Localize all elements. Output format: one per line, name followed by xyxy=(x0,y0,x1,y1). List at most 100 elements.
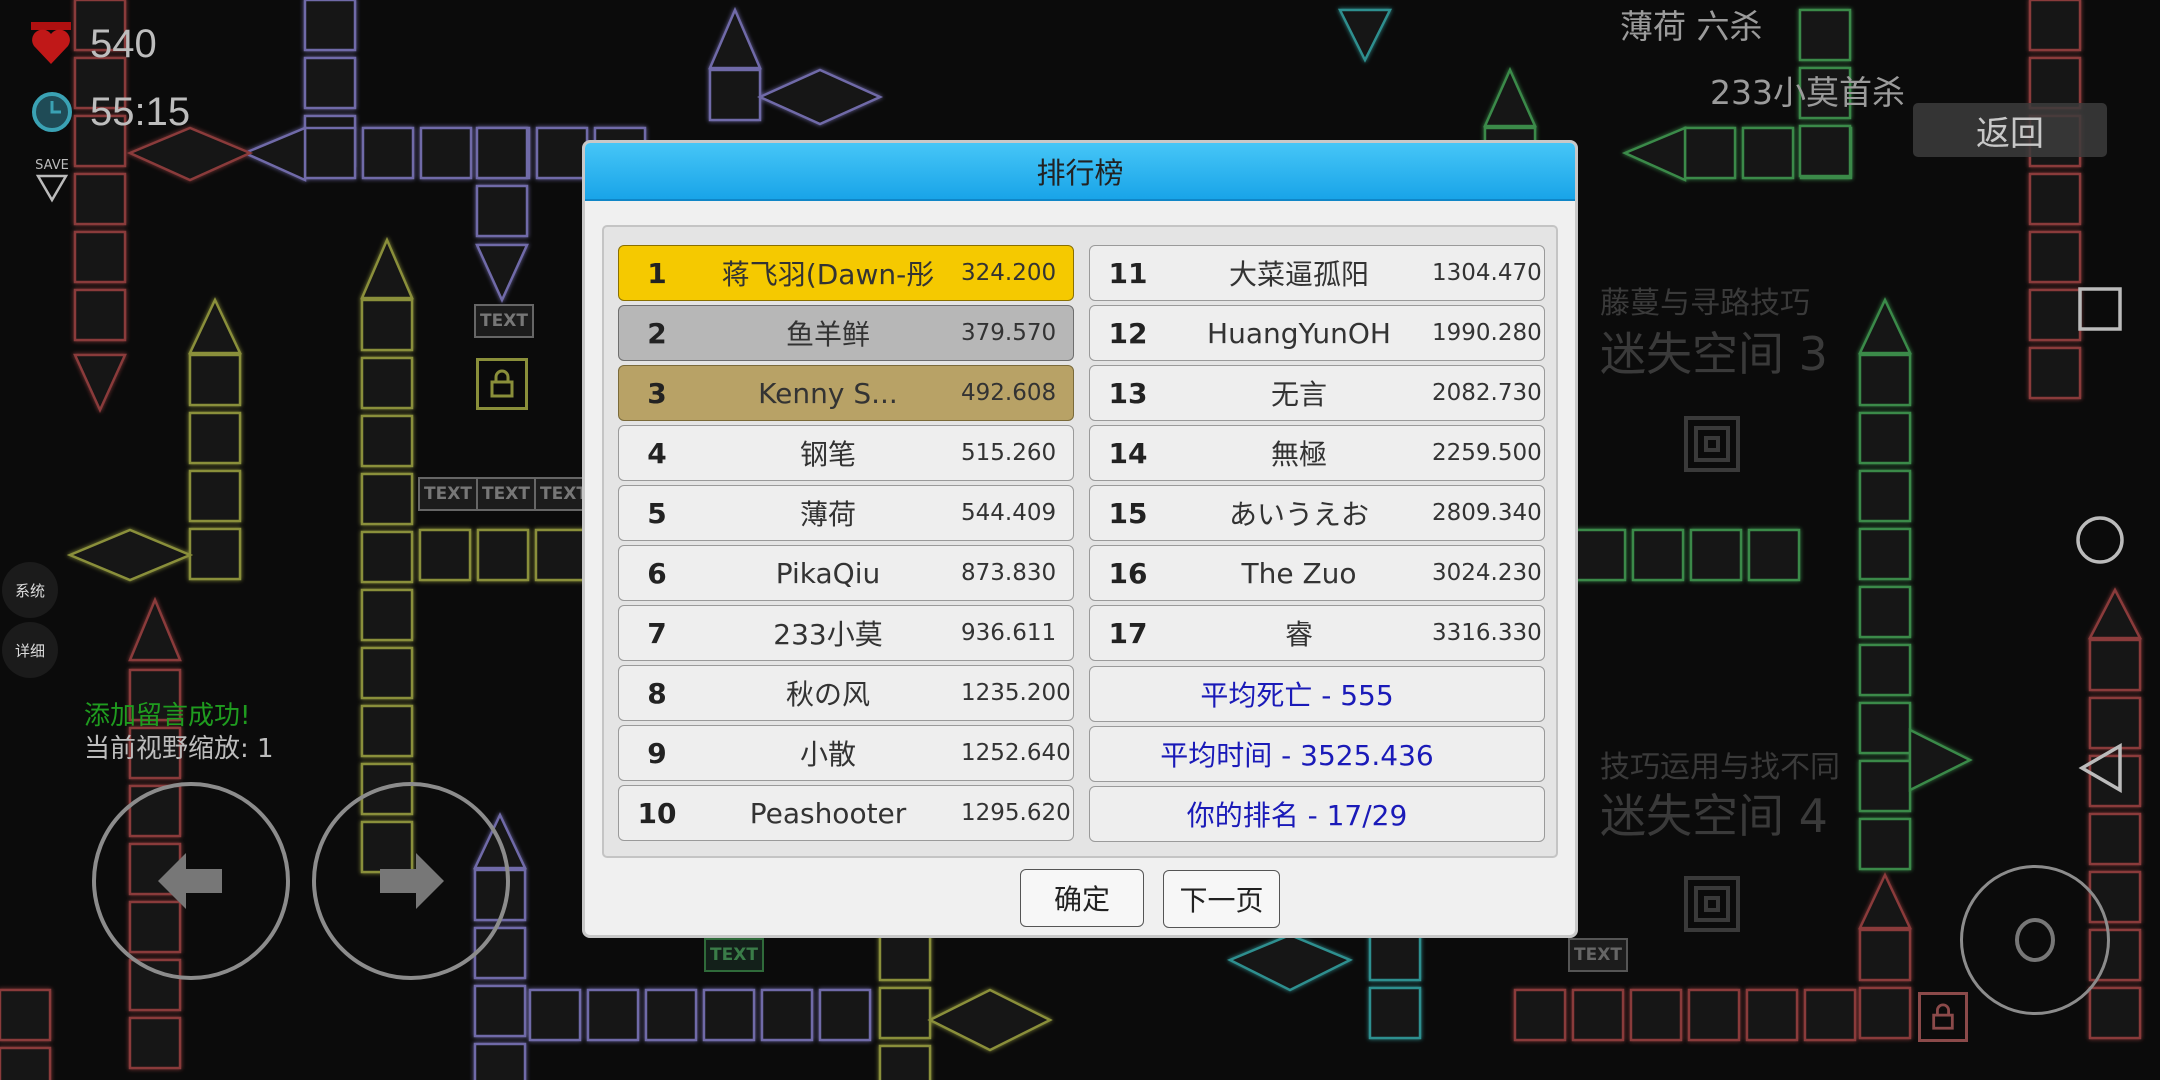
leaderboard-row: 6 PikaQiu 873.830 xyxy=(618,545,1074,601)
back-nav-icon[interactable] xyxy=(2078,743,2124,793)
entry-name: The Zuo xyxy=(1241,556,1357,590)
average-time: 平均时间 - 3525.436 xyxy=(1089,726,1545,782)
entry-rank: 9 xyxy=(647,736,667,770)
leaderboard-row: 15 あいうえお 2809.340 xyxy=(1089,485,1545,541)
leaderboard-row: 11 大菜逼孤阳 1304.470 xyxy=(1089,245,1545,301)
entry-time: 1990.280 xyxy=(1432,320,1542,346)
entry-name: 钢笔 xyxy=(799,438,856,471)
entry-name: Kenny S... xyxy=(758,376,898,410)
entry-time: 3024.230 xyxy=(1432,560,1542,586)
entry-time: 1235.200 xyxy=(961,680,1071,706)
leaderboard-row: 14 無極 2259.500 xyxy=(1089,425,1545,481)
your-rank: 你的排名 - 17/29 xyxy=(1089,786,1545,842)
entry-name: PikaQiu xyxy=(775,556,881,590)
home-icon[interactable] xyxy=(2075,515,2125,565)
entry-time: 1252.640 xyxy=(961,740,1071,766)
entry-time: 492.608 xyxy=(961,380,1057,406)
entry-rank: 8 xyxy=(647,676,667,710)
entry-rank: 10 xyxy=(637,796,677,830)
triangle-down-icon xyxy=(35,174,69,203)
move-left-button[interactable] xyxy=(92,782,290,980)
entry-rank: 6 xyxy=(647,556,667,590)
leaderboard-row: 16 The Zuo 3024.230 xyxy=(1089,545,1545,601)
entry-time: 936.611 xyxy=(961,620,1057,646)
back-button[interactable]: 返回 xyxy=(1913,103,2107,157)
sign-board: TEXT xyxy=(1568,938,1628,972)
entry-time: 1295.620 xyxy=(961,800,1071,826)
entry-time: 873.830 xyxy=(961,560,1057,586)
portal-icon xyxy=(1684,416,1740,472)
lock-icon xyxy=(1918,992,1968,1042)
chapter-3-subtitle: 藤蔓与寻路技巧 xyxy=(1600,286,1810,321)
elapsed-time: 55:15 xyxy=(90,90,191,134)
entry-time: 1304.470 xyxy=(1432,260,1542,286)
entry-time: 379.570 xyxy=(961,320,1057,346)
entry-time: 515.260 xyxy=(961,440,1057,466)
entry-rank: 16 xyxy=(1108,556,1148,590)
death-count: 540 xyxy=(90,22,157,66)
entry-name: Peashooter xyxy=(749,796,907,830)
entry-name: 秋の风 xyxy=(785,678,870,711)
entry-rank: 13 xyxy=(1108,376,1148,410)
toast-message: 添加留言成功! xyxy=(84,701,251,731)
save-label: SAVE xyxy=(35,158,69,173)
clock-icon xyxy=(32,92,72,132)
entry-rank: 1 xyxy=(647,256,667,290)
entry-name: 蒋飞羽(Dawn-彤 xyxy=(721,258,935,291)
leaderboard-row: 3 Kenny S... 492.608 xyxy=(618,365,1074,421)
detail-button[interactable]: 详细 xyxy=(2,622,58,678)
lock-icon xyxy=(476,358,528,410)
heart-icon xyxy=(31,22,71,64)
entry-time: 3316.330 xyxy=(1432,620,1542,646)
entry-name: あいうえお xyxy=(1228,498,1369,531)
leaderboard-row: 9 小散 1252.640 xyxy=(618,725,1074,781)
move-right-button[interactable] xyxy=(312,782,510,980)
leaderboard-row: 8 秋の风 1235.200 xyxy=(618,665,1074,721)
entry-name: 小散 xyxy=(799,738,856,771)
entry-rank: 17 xyxy=(1108,616,1148,650)
portal-icon xyxy=(1684,876,1740,932)
kill-notice-2: 233小莫首杀 xyxy=(1710,73,1905,112)
entry-rank: 14 xyxy=(1108,436,1148,470)
average-deaths: 平均死亡 - 555 xyxy=(1089,666,1545,722)
leaderboard-table: 1 蒋飞羽(Dawn-彤 324.200 2 鱼羊鲜 379.570 3 Kenny S...… xyxy=(602,225,1558,858)
entry-time: 2259.500 xyxy=(1432,440,1542,466)
entry-rank: 11 xyxy=(1108,256,1148,290)
leaderboard-row: 2 鱼羊鲜 379.570 xyxy=(618,305,1074,361)
chapter-3-title: 迷失空间 3 xyxy=(1600,327,1828,381)
entry-time: 544.409 xyxy=(961,500,1057,526)
save-indicator[interactable]: SAVE xyxy=(32,158,72,207)
leaderboard-row: 17 睿 3316.330 xyxy=(1089,605,1545,661)
sign-board: TEXT xyxy=(418,477,478,511)
entry-rank: 4 xyxy=(647,436,667,470)
entry-name: 鱼羊鲜 xyxy=(785,318,870,351)
next-page-button[interactable]: 下一页 xyxy=(1163,870,1280,928)
leaderboard-row: 12 HuangYunOH 1990.280 xyxy=(1089,305,1545,361)
entry-name: 睿 xyxy=(1284,618,1313,651)
system-button[interactable]: 系统 xyxy=(2,562,58,618)
entry-name: HuangYunOH xyxy=(1207,316,1391,350)
leaderboard-row: 13 无言 2082.730 xyxy=(1089,365,1545,421)
sign-board: TEXT xyxy=(474,304,534,338)
arrow-left-icon xyxy=(158,853,222,909)
sign-board: TEXT xyxy=(704,938,764,972)
entry-rank: 15 xyxy=(1108,496,1148,530)
entry-name: 無極 xyxy=(1270,438,1327,471)
entry-time: 2809.340 xyxy=(1432,500,1542,526)
dialog-title: 排行榜 xyxy=(585,143,1575,201)
leaderboard-row: 7 233小莫 936.611 xyxy=(618,605,1074,661)
entry-name: 大菜逼孤阳 xyxy=(1228,258,1369,291)
recent-apps-icon[interactable] xyxy=(2077,286,2123,332)
entry-time: 2082.730 xyxy=(1432,380,1542,406)
entry-name: 无言 xyxy=(1270,378,1327,411)
jump-button[interactable] xyxy=(1960,865,2110,1015)
circle-icon xyxy=(2015,918,2055,962)
zoom-status: 当前视野缩放: 1 xyxy=(84,734,274,764)
sign-board: TEXT xyxy=(476,477,536,511)
kill-notice-1: 薄荷 六杀 xyxy=(1620,7,1763,46)
confirm-button[interactable]: 确定 xyxy=(1020,869,1144,927)
entry-time: 324.200 xyxy=(961,260,1057,286)
entry-rank: 5 xyxy=(647,496,667,530)
entry-name: 233小莫 xyxy=(773,618,883,651)
leaderboard-dialog: 排行榜 1 蒋飞羽(Dawn-彤 324.200 2 鱼羊鲜 379.570 3 Kenny … xyxy=(582,140,1578,938)
